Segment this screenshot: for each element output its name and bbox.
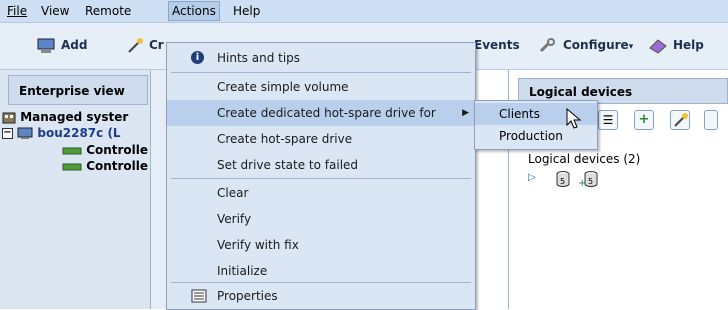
- svg-text:5: 5: [560, 177, 565, 186]
- menu-remote[interactable]: Remote: [82, 3, 134, 19]
- tree-label-controller-1: Controlle: [86, 143, 149, 157]
- menu-separator: [171, 178, 471, 179]
- menu-item-label: Create hot-spare drive: [217, 132, 353, 146]
- mouse-cursor-icon: [566, 108, 582, 129]
- remove-button[interactable]: ☰: [598, 110, 618, 130]
- menu-item-label: Clear: [217, 186, 249, 200]
- menu-item-create-dedicated-hot-spare[interactable]: Create dedicated hot-spare drive for ▶: [167, 100, 475, 126]
- menu-item-label: Create simple volume: [217, 80, 349, 94]
- menu-separator: [171, 72, 471, 73]
- tree-label-controller-2: Controlle: [86, 159, 149, 173]
- tree-item-server[interactable]: − bou2287c (L: [2, 126, 150, 140]
- menu-file[interactable]: File: [4, 3, 30, 19]
- menu-item-label: Hints and tips: [217, 51, 301, 65]
- svg-text:5: 5: [588, 177, 593, 186]
- menu-item-label: Properties: [217, 289, 278, 303]
- help-book-icon: [649, 38, 667, 54]
- menu-view[interactable]: View: [38, 3, 72, 19]
- list-icon: ☰: [602, 113, 614, 127]
- help-button-label: Help: [673, 38, 704, 52]
- menu-actions-label: Actions: [172, 4, 216, 18]
- submenu-arrow-icon: ▶: [462, 108, 469, 118]
- configure-button-label: Configure: [563, 38, 629, 52]
- wand-icon: [128, 37, 143, 53]
- controller-card-icon: [62, 163, 82, 170]
- menu-item-label: Set drive state to failed: [217, 158, 359, 172]
- add-button[interactable]: Add: [36, 35, 87, 55]
- wrench-icon: [539, 37, 555, 52]
- menu-item-verify[interactable]: Verify: [167, 206, 475, 232]
- configure-button[interactable]: Configure▾: [538, 35, 633, 55]
- middle-pane: [151, 70, 166, 309]
- create-logical-button[interactable]: [670, 110, 690, 130]
- menu-actions[interactable]: Actions: [168, 1, 220, 21]
- menu-item-label: Verify with fix: [217, 238, 299, 252]
- properties-icon: [191, 289, 207, 303]
- tree-item-managed-systems[interactable]: Managed syster: [2, 110, 150, 124]
- events-button[interactable]: Events: [474, 35, 520, 55]
- help-button[interactable]: Help: [648, 35, 704, 55]
- submenu-item-label: Production: [499, 129, 563, 143]
- menu-item-label: Verify: [217, 212, 252, 226]
- tree-label-managed: Managed syster: [20, 110, 129, 124]
- add-button-label: Add: [61, 38, 88, 52]
- menu-file-label: File: [7, 4, 28, 18]
- menu-bar: File View Remote Actions Help: [0, 0, 728, 23]
- tree-item-controller-2[interactable]: Controlle: [62, 159, 150, 173]
- computer-icon: [37, 38, 55, 53]
- add-logical-button[interactable]: +: [634, 110, 654, 130]
- tree-label-server: bou2287c (L: [37, 126, 121, 140]
- logical-devices-count: Logical devices (2): [528, 152, 641, 166]
- create-button[interactable]: Cr: [126, 35, 164, 55]
- chevron-down-icon: ▾: [628, 42, 634, 52]
- wand-icon: [674, 113, 688, 127]
- menu-view-label: View: [41, 4, 70, 18]
- menu-item-create-hot-spare[interactable]: Create hot-spare drive: [167, 126, 475, 152]
- menu-item-properties[interactable]: Properties: [167, 283, 475, 309]
- disk-button[interactable]: [704, 110, 718, 130]
- submenu-item-label: Clients: [499, 107, 540, 121]
- menu-item-verify-with-fix[interactable]: Verify with fix: [167, 232, 475, 258]
- menu-item-set-failed[interactable]: Set drive state to failed: [167, 152, 475, 178]
- menu-item-create-simple-volume[interactable]: Create simple volume: [167, 74, 475, 100]
- server-icon: [17, 127, 33, 139]
- tree-item-controller-1[interactable]: Controlle: [62, 143, 150, 157]
- menu-item-initialize[interactable]: Initialize: [167, 258, 475, 284]
- menu-help-label: Help: [233, 4, 261, 18]
- actions-menu: i Hints and tips Create simple volume Cr…: [166, 42, 476, 310]
- menu-item-label: Create dedicated hot-spare drive for: [217, 106, 436, 120]
- menu-item-label: Initialize: [217, 264, 268, 278]
- hot-spare-disk-icon[interactable]: +5: [578, 170, 600, 188]
- info-icon: i: [191, 51, 204, 64]
- expand-arrow-icon[interactable]: ▷: [528, 172, 536, 183]
- building-icon: [2, 112, 16, 124]
- menu-item-clear[interactable]: Clear: [167, 180, 475, 206]
- collapse-icon[interactable]: −: [2, 128, 13, 139]
- menu-remote-label: Remote: [85, 4, 132, 18]
- menu-item-hints[interactable]: i Hints and tips: [167, 45, 475, 71]
- volume-disk-icon[interactable]: 5: [555, 170, 571, 188]
- events-button-label: Events: [474, 38, 520, 52]
- enterprise-view-header: Enterprise view: [8, 75, 148, 105]
- plus-icon: +: [638, 112, 650, 127]
- create-button-label: Cr: [149, 38, 164, 52]
- menu-help[interactable]: Help: [230, 3, 263, 19]
- controller-card-icon: [62, 147, 82, 154]
